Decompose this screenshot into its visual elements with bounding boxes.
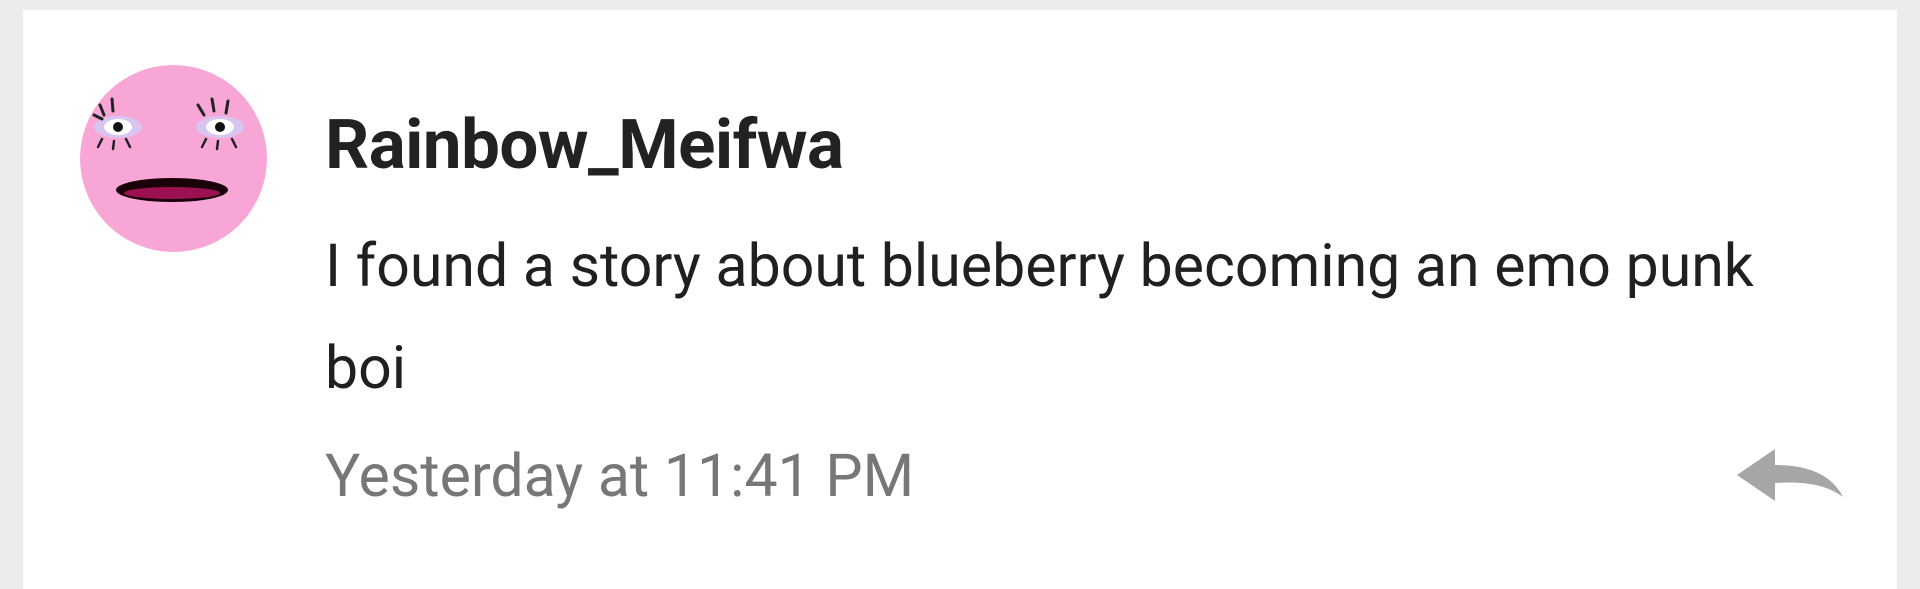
avatar[interactable] [80,65,267,252]
reply-button[interactable] [1735,447,1845,507]
reply-arrow-icon [1737,449,1843,501]
pink-face-avatar-icon [80,65,267,252]
comment-text: I found a story about blueberry becoming… [325,232,1754,403]
comment-timestamp: Yesterday at 11:41 PM [325,442,915,511]
comment-card: Rainbow_Meifwa I found a story about blu… [23,10,1897,589]
comment-author[interactable]: Rainbow_Meifwa [325,110,844,179]
